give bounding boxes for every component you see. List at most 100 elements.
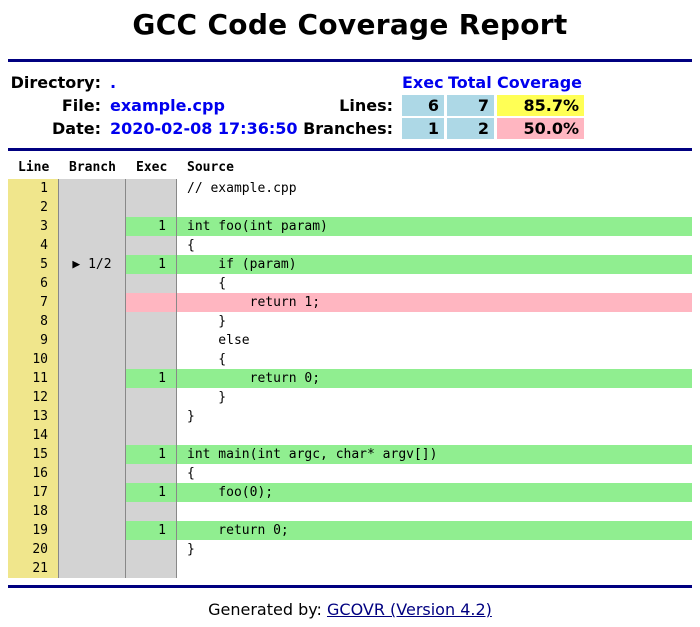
branch-cell [58,445,125,464]
exec-count-cell: 1 [125,217,176,236]
table-row: 9 else [8,331,692,350]
source-code-cell: { [176,464,692,483]
line-number-cell: 5 [8,255,58,274]
lines-label: Lines: [339,96,393,115]
directory-label: Directory: [10,73,101,92]
source-code-cell: } [176,540,692,559]
exec-count-cell [125,388,176,407]
line-number-cell: 9 [8,331,58,350]
middle-divider [8,148,692,151]
exec-count-cell [125,179,176,198]
line-number-cell: 6 [8,274,58,293]
line-number-cell: 3 [8,217,58,236]
exec-count-cell [125,559,176,578]
table-row: 2 [8,198,692,217]
lines-exec-cell: 6 [402,95,444,116]
date-value: 2020-02-08 17:36:50 [110,119,298,138]
source-code-cell: foo(0); [176,483,692,502]
exec-count-cell [125,540,176,559]
branch-cell [58,217,125,236]
line-number-cell: 11 [8,369,58,388]
exec-count-cell: 1 [125,521,176,540]
branch-cell [58,236,125,255]
col-header-line: Line [18,160,50,175]
source-code-cell: if (param) [176,255,692,274]
exec-count-cell [125,293,176,312]
branch-cell[interactable]: ▶ 1/2 [58,255,125,274]
summary-panel: Directory: . File: example.cpp Date: 202… [8,70,692,142]
branch-cell [58,274,125,293]
directory-value: . [110,73,117,92]
exec-count-cell [125,274,176,293]
bottom-divider [8,585,692,588]
table-row: 21 [8,559,692,578]
line-number-cell: 14 [8,426,58,445]
page-title: GCC Code Coverage Report [132,8,568,41]
branches-total-cell: 2 [447,118,494,139]
coverage-header: Coverage [497,73,583,92]
exec-header: Exec [402,73,444,92]
table-row: 1 // example.cpp [8,179,692,198]
line-number-cell: 2 [8,198,58,217]
source-code-cell: } [176,312,692,331]
line-number-cell: 13 [8,407,58,426]
table-row: 16 { [8,464,692,483]
branch-cell [58,198,125,217]
col-header-source: Source [187,160,234,175]
source-code-cell: int foo(int param) [176,217,692,236]
branch-cell [58,388,125,407]
table-row: 19 1 return 0; [8,521,692,540]
source-code-cell [176,559,692,578]
exec-count-cell [125,426,176,445]
file-value: example.cpp [110,96,225,115]
table-row: 20} [8,540,692,559]
table-row: 15 1 int main(int argc, char* argv[]) [8,445,692,464]
branches-label: Branches: [303,119,393,138]
col-header-exec: Exec [136,160,168,175]
exec-count-cell [125,407,176,426]
table-row: 4{ [8,236,692,255]
exec-count-cell [125,350,176,369]
exec-count-cell [125,198,176,217]
table-row: 5 ▶ 1/2 1 if (param) [8,255,692,274]
footer-prefix: Generated by: [208,600,327,619]
source-code-cell [176,426,692,445]
source-code-cell: } [176,388,692,407]
line-number-cell: 8 [8,312,58,331]
table-row: 18 [8,502,692,521]
branches-coverage-cell: 50.0% [497,118,584,139]
branch-cell [58,521,125,540]
date-label: Date: [52,119,101,138]
exec-count-cell [125,236,176,255]
table-row: 8 } [8,312,692,331]
line-number-cell: 12 [8,388,58,407]
source-code-cell: { [176,350,692,369]
branch-cell [58,559,125,578]
exec-count-cell: 1 [125,483,176,502]
line-number-cell: 15 [8,445,58,464]
table-row: 6 { [8,274,692,293]
gcovr-link[interactable]: GCOVR (Version 4.2) [327,600,492,619]
source-code-cell: else [176,331,692,350]
table-row: 7 return 1; [8,293,692,312]
branch-cell [58,426,125,445]
branch-cell [58,540,125,559]
line-number-cell: 20 [8,540,58,559]
exec-count-cell [125,312,176,331]
lines-total-cell: 7 [447,95,494,116]
branch-cell [58,331,125,350]
line-number-cell: 7 [8,293,58,312]
branch-cell [58,293,125,312]
table-row: 3 1 int foo(int param) [8,217,692,236]
lines-coverage-cell: 85.7% [497,95,584,116]
source-code-cell [176,502,692,521]
line-number-cell: 10 [8,350,58,369]
line-number-cell: 4 [8,236,58,255]
line-number-cell: 21 [8,559,58,578]
source-code-cell [176,198,692,217]
file-label: File: [61,96,101,115]
source-code-cell: { [176,274,692,293]
line-number-cell: 16 [8,464,58,483]
branch-cell [58,407,125,426]
branch-cell [58,179,125,198]
